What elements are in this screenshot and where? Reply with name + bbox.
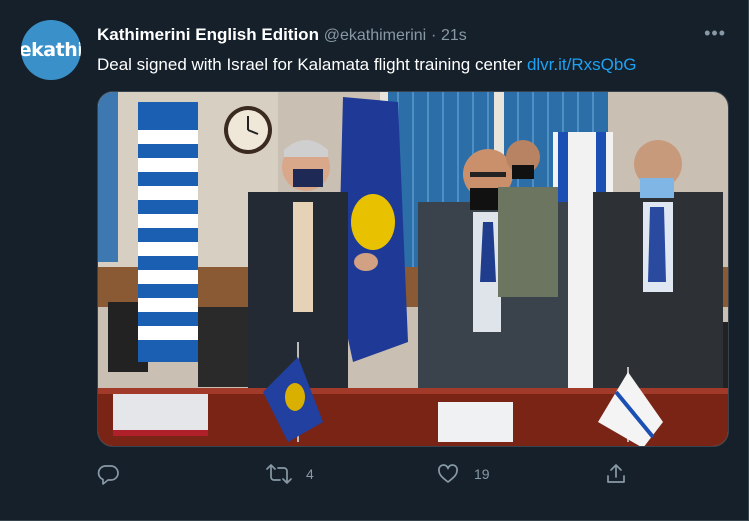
more-icon[interactable]: ••• bbox=[704, 24, 726, 42]
retweet-icon bbox=[266, 464, 292, 484]
share-icon bbox=[607, 464, 625, 483]
handle[interactable]: @ekathimerini bbox=[324, 27, 427, 44]
display-name[interactable]: Kathimerini English Edition bbox=[97, 25, 319, 44]
tweet-photo[interactable] bbox=[97, 91, 729, 447]
photo-illustration bbox=[98, 92, 728, 446]
tweet-actions: 4 19 bbox=[96, 462, 636, 490]
tweet-text: Deal signed with Israel for Kalamata fli… bbox=[97, 54, 637, 76]
like-count: 19 bbox=[474, 466, 490, 482]
retweet-button[interactable]: 4 bbox=[266, 462, 314, 486]
avatar-text: ekathi bbox=[21, 39, 81, 61]
like-icon bbox=[438, 464, 458, 483]
separator-dot: · bbox=[430, 27, 437, 44]
share-button[interactable] bbox=[604, 462, 628, 486]
like-button[interactable]: 19 bbox=[436, 462, 490, 486]
retweet-count: 4 bbox=[306, 466, 314, 482]
tweet-body: Deal signed with Israel for Kalamata fli… bbox=[97, 55, 527, 74]
tweet-link[interactable]: dlvr.it/RxsQbG bbox=[527, 55, 637, 74]
tweet-card[interactable]: ekathi Kathimerini English Edition @ekat… bbox=[0, 0, 749, 521]
reply-icon bbox=[97, 465, 119, 485]
timestamp[interactable]: 21s bbox=[441, 27, 467, 44]
tweet-header: Kathimerini English Edition @ekathimerin… bbox=[97, 24, 467, 47]
reply-button[interactable] bbox=[96, 462, 134, 486]
avatar[interactable]: ekathi bbox=[21, 20, 81, 80]
